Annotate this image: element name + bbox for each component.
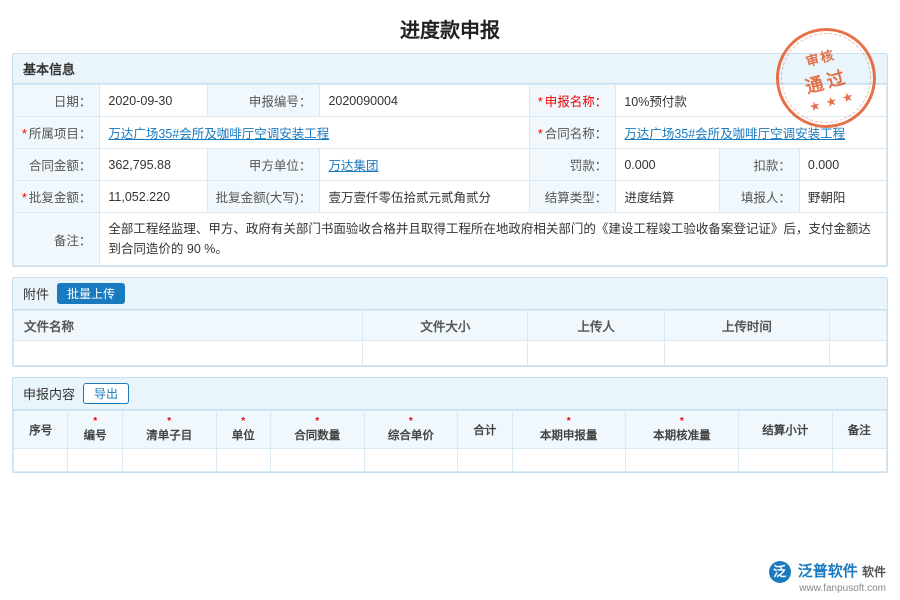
remark-label: 备注： xyxy=(14,213,100,266)
attachment-empty-cell-4 xyxy=(664,341,829,366)
project-value: 万达广场35#会所及咖啡厅空调安装工程 xyxy=(100,117,530,149)
content-empty-4 xyxy=(216,449,270,472)
content-empty-8 xyxy=(512,449,625,472)
page-title: 进度款申报 xyxy=(0,0,900,53)
name-label: *申报名称： xyxy=(529,85,615,117)
contract-name-link[interactable]: 万达广场35#会所及咖啡厅空调安装工程 xyxy=(624,127,845,141)
col-total: 合计 xyxy=(458,411,512,449)
content-section: 申报内容 导出 序号 *编号 *清单子目 *单位 *合同数量 *综合单价 合计 … xyxy=(12,377,888,473)
content-empty-5 xyxy=(270,449,364,472)
col-seq: 序号 xyxy=(14,411,68,449)
col-actions xyxy=(829,311,886,341)
logo-url: www.fanpusoft.com xyxy=(799,583,886,594)
col-code: *编号 xyxy=(68,411,122,449)
content-empty-11 xyxy=(832,449,887,472)
stamp-container: 审核 通过 ★ ★ ★ xyxy=(776,28,876,128)
export-button[interactable]: 导出 xyxy=(83,383,129,404)
project-link[interactable]: 万达广场35#会所及咖啡厅空调安装工程 xyxy=(108,127,329,141)
attachment-empty-cell-3 xyxy=(528,341,664,366)
col-period-apply: *本期申报量 xyxy=(512,411,625,449)
attachment-section: 附件 批量上传 文件名称 文件大小 上传人 上传时间 xyxy=(12,277,888,367)
content-table-header-row: 序号 *编号 *清单子目 *单位 *合同数量 *综合单价 合计 *本期申报量 *… xyxy=(14,411,887,449)
attachment-empty-cell-1 xyxy=(14,341,363,366)
content-empty-3 xyxy=(122,449,216,472)
attachment-table: 文件名称 文件大小 上传人 上传时间 xyxy=(13,310,887,366)
attachment-empty-cell-5 xyxy=(829,341,886,366)
col-filename: 文件名称 xyxy=(14,311,363,341)
approved-value: 11,052.220 xyxy=(100,181,207,213)
filler-label: 填报人： xyxy=(719,181,799,213)
basic-info-table: 日期： 2020-09-30 申报编号： 2020090004 *申报名称： 1… xyxy=(13,84,887,266)
remark-value: 全部工程经监理、甲方、政府有关部门书面验收合格并且取得工程所在地政府相关部门的《… xyxy=(100,213,887,266)
approved-big-value: 壹万壹仟零伍拾贰元贰角贰分 xyxy=(320,181,529,213)
info-row-1: 日期： 2020-09-30 申报编号： 2020090004 *申报名称： 1… xyxy=(14,85,887,117)
page-wrapper: 进度款申报 审核 通过 ★ ★ ★ 基本信息 日期： 2020-09-30 申报… xyxy=(0,0,900,600)
basic-info-header: 基本信息 xyxy=(13,54,887,84)
date-value: 2020-09-30 xyxy=(100,85,207,117)
info-row-3: 合同金额： 362,795.88 甲方单位： 万达集团 罚款： 0.000 扣款… xyxy=(14,149,887,181)
stamp-deco-circle xyxy=(771,23,881,133)
content-empty-6 xyxy=(364,449,458,472)
col-item: *清单子目 xyxy=(122,411,216,449)
content-empty-9 xyxy=(625,449,738,472)
logo-brand-line: 泛 泛普软件 软件 xyxy=(769,560,886,583)
approval-stamp: 审核 通过 ★ ★ ★ xyxy=(765,17,887,139)
col-contract-qty: *合同数量 xyxy=(270,411,364,449)
party-value: 万达集团 xyxy=(320,149,529,181)
content-empty-1 xyxy=(14,449,68,472)
amount-label: 合同金额： xyxy=(14,149,100,181)
date-label: 日期： xyxy=(14,85,100,117)
penalty-value: 0.000 xyxy=(616,149,720,181)
settlement-label: 结算类型： xyxy=(529,181,615,213)
logo-brand: 泛 泛普软件 软件 xyxy=(769,563,886,580)
contract-name-label: *合同名称： xyxy=(529,117,615,149)
amount-value: 362,795.88 xyxy=(100,149,207,181)
attachment-empty-cell-2 xyxy=(363,341,528,366)
col-unit: *单位 xyxy=(216,411,270,449)
approved-big-label: 批复金额(大写)： xyxy=(207,181,320,213)
info-row-2: *所属项目： 万达广场35#会所及咖啡厅空调安装工程 *合同名称： 万达广场35… xyxy=(14,117,887,149)
logo-bottom: 泛 泛普软件 软件 www.fanpusoft.com xyxy=(769,560,886,594)
party-label: 甲方单位： xyxy=(207,149,320,181)
serial-label: 申报编号： xyxy=(207,85,320,117)
party-link[interactable]: 万达集团 xyxy=(328,159,378,173)
batch-upload-button[interactable]: 批量上传 xyxy=(57,283,125,304)
logo-suffix: 软件 xyxy=(862,565,886,579)
col-uploader: 上传人 xyxy=(528,311,664,341)
approved-label: *批复金额： xyxy=(14,181,100,213)
info-row-5: 备注： 全部工程经监理、甲方、政府有关部门书面验收合格并且取得工程所在地政府相关… xyxy=(14,213,887,266)
logo-icon: 泛 xyxy=(769,561,791,583)
col-unit-price: *综合单价 xyxy=(364,411,458,449)
content-section-label: 申报内容 xyxy=(23,384,75,403)
deduction-value: 0.000 xyxy=(799,149,886,181)
col-upload-time: 上传时间 xyxy=(664,311,829,341)
content-empty-2 xyxy=(68,449,122,472)
attachment-header: 附件 批量上传 xyxy=(13,278,887,310)
content-table: 序号 *编号 *清单子目 *单位 *合同数量 *综合单价 合计 *本期申报量 *… xyxy=(13,410,887,472)
content-empty-10 xyxy=(738,449,832,472)
content-empty-row xyxy=(14,449,887,472)
penalty-label: 罚款： xyxy=(529,149,615,181)
attachment-table-header-row: 文件名称 文件大小 上传人 上传时间 xyxy=(14,311,887,341)
attachment-empty-row xyxy=(14,341,887,366)
settlement-value: 进度结算 xyxy=(616,181,720,213)
info-row-4: *批复金额： 11,052.220 批复金额(大写)： 壹万壹仟零伍拾贰元贰角贰… xyxy=(14,181,887,213)
col-subtotal: 结算小计 xyxy=(738,411,832,449)
content-empty-7 xyxy=(458,449,512,472)
project-label: *所属项目： xyxy=(14,117,100,149)
col-filesize: 文件大小 xyxy=(363,311,528,341)
logo-brand-text: 泛普软件 xyxy=(798,563,858,580)
basic-info-section: 基本信息 日期： 2020-09-30 申报编号： 2020090004 *申报… xyxy=(12,53,888,267)
col-remark: 备注 xyxy=(832,411,887,449)
serial-value: 2020090004 xyxy=(320,85,529,117)
col-period-approved: *本期核准量 xyxy=(625,411,738,449)
attachment-label: 附件 xyxy=(23,284,49,303)
filler-value: 野朝阳 xyxy=(799,181,886,213)
deduction-label: 扣款： xyxy=(719,149,799,181)
content-header: 申报内容 导出 xyxy=(13,378,887,410)
